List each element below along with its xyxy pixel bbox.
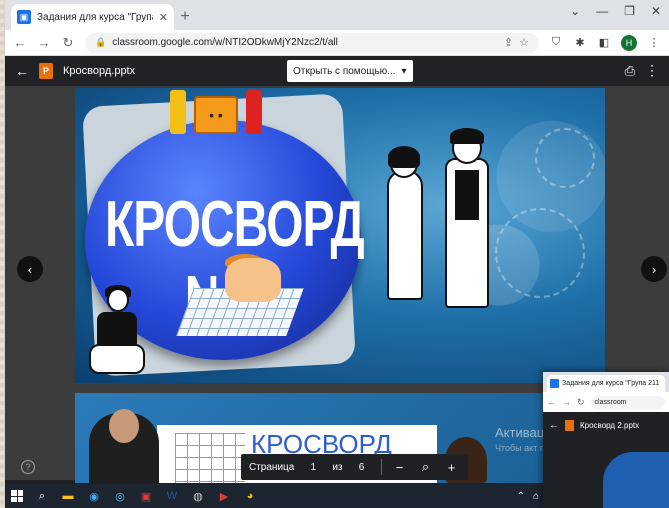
man-head — [109, 409, 139, 443]
mini-tab-title: Задания для курса "Група 211 — [562, 380, 660, 387]
chevron-down-icon[interactable]: ⌄ — [570, 4, 580, 18]
mini-slide-preview — [603, 452, 669, 508]
mini-back-icon[interactable]: ← — [547, 397, 556, 407]
gear-decoration-icon — [535, 128, 595, 188]
tray-chevron-icon[interactable]: ⌃ — [517, 491, 525, 502]
mini-address-bar: ← → ↻ classroom — [543, 392, 669, 412]
crossword-cells — [175, 433, 245, 483]
lock-icon[interactable]: 🔒 — [95, 37, 106, 48]
close-tab-icon[interactable]: ✕ — [159, 11, 168, 24]
boy-head — [107, 288, 129, 312]
window-controls: ⌄ — ❐ ✕ — [570, 4, 661, 18]
girl-illustration — [387, 170, 423, 300]
network-icon[interactable]: ⌂ — [533, 491, 539, 502]
bookmark-star-icon[interactable]: ☆ — [519, 36, 529, 49]
viewer-toolbar: ← P Кросворд.pptx Открыть с помощью... ▾… — [5, 56, 669, 86]
side-panel-icon[interactable]: ◧ — [597, 36, 611, 49]
next-slide-button[interactable]: › — [641, 256, 667, 282]
windows-activation-title: Активац — [495, 425, 545, 440]
mini-favicon-icon — [550, 379, 559, 388]
boy-legs — [89, 344, 145, 374]
standing-boy-hair — [450, 128, 484, 144]
slide-1: КРОСВОРД № 1 • • — [75, 88, 605, 383]
tab-classroom[interactable]: ▣ Задания для курса "Група 211 В ✕ — [11, 4, 174, 30]
pptx-file-icon: P — [39, 63, 53, 79]
girl-hair — [388, 146, 420, 168]
windows-start-icon[interactable] — [11, 490, 23, 502]
chrome-icon[interactable]: ◕ — [243, 489, 257, 503]
yellow-pencil-icon — [170, 90, 186, 134]
gear-decoration-icon — [495, 208, 585, 298]
sitting-boy-illustration — [89, 285, 145, 378]
shield-extension-icon[interactable]: ⛉ — [549, 36, 563, 49]
windows-taskbar: ⌕ ▬ ◉ ◎ ▣ W ◍ ▶ ◕ ⌃ ⌂ — [5, 484, 545, 508]
system-tray: ⌃ ⌂ — [517, 491, 539, 502]
file-explorer-icon[interactable]: ▬ — [61, 489, 75, 503]
url-text: classroom.google.com/w/NTI2ODkwMjY2Nzc2/… — [112, 37, 338, 48]
help-icon[interactable]: ? — [21, 460, 35, 474]
total-pages: 6 — [358, 461, 365, 473]
pencil-characters-icon: • • — [170, 90, 262, 134]
mini-pptx-icon — [565, 419, 574, 431]
reload-icon[interactable]: ↻ — [61, 35, 75, 51]
page-label: Страница — [249, 461, 295, 473]
open-with-label: Открыть с помощью... — [293, 65, 396, 77]
camera-icon[interactable]: ▣ — [139, 489, 153, 503]
mini-file-name: Кросворд 2.pptx — [580, 420, 640, 430]
tab-title: Задания для курса "Група 211 В — [37, 11, 153, 23]
menu-dots-icon[interactable]: ⋮ — [647, 36, 661, 49]
new-tab-button[interactable]: + — [174, 4, 196, 30]
mini-tab-strip: Задания для курса "Група 211 — [543, 372, 669, 392]
mini-viewer-toolbar: ← Кросворд 2.pptx — [543, 412, 669, 438]
red-pencil-icon — [246, 90, 262, 134]
mini-forward-icon[interactable]: → — [562, 397, 571, 407]
back-arrow-icon[interactable]: ← — [13, 35, 27, 50]
boy-body — [97, 312, 137, 346]
close-viewer-arrow-icon[interactable]: ← — [15, 63, 29, 79]
file-name: Кросворд.pptx — [63, 65, 136, 77]
profile-avatar[interactable]: H — [621, 34, 637, 51]
caret-down-icon: ▾ — [401, 65, 407, 77]
divider — [380, 459, 382, 475]
print-icon[interactable]: ⎙ — [625, 63, 635, 79]
close-window-icon[interactable]: ✕ — [651, 4, 661, 18]
url-input[interactable]: 🔒 classroom.google.com/w/NTI2ODkwMjY2Nzc… — [85, 32, 539, 53]
browser-icon[interactable]: ◎ — [113, 489, 127, 503]
mini-reload-icon[interactable]: ↻ — [577, 397, 585, 408]
zoom-out-icon[interactable]: − — [392, 460, 408, 475]
restore-icon[interactable]: ❐ — [624, 4, 635, 18]
cube-character-icon: • • — [194, 96, 238, 134]
kid-illustration — [225, 258, 281, 302]
current-page-input[interactable]: 1 — [304, 462, 322, 473]
classroom-favicon-icon: ▣ — [17, 10, 31, 24]
previous-slide-button[interactable]: ‹ — [17, 256, 43, 282]
mini-url-input[interactable]: classroom — [590, 395, 665, 409]
page-navigator: Страница 1 из 6 − ⌕ + — [241, 454, 468, 480]
mini-close-viewer-icon[interactable]: ← — [549, 420, 559, 431]
open-with-button[interactable]: Открыть с помощью... ▾ — [287, 60, 413, 82]
second-browser-window[interactable]: Задания для курса "Група 211 ← → ↻ class… — [543, 372, 669, 508]
more-options-icon[interactable]: ⋮ — [645, 62, 659, 79]
word-icon[interactable]: W — [165, 489, 179, 503]
video-icon[interactable]: ▶ — [217, 489, 231, 503]
zoom-icon[interactable]: ⌕ — [418, 459, 434, 475]
app-icon[interactable]: ◍ — [191, 489, 205, 503]
page-of-label: из — [332, 461, 343, 473]
minimize-icon[interactable]: — — [596, 4, 608, 18]
puzzle-extensions-icon[interactable]: ✱ — [573, 36, 587, 49]
search-icon[interactable]: ⌕ — [35, 489, 49, 503]
edge-icon[interactable]: ◉ — [87, 489, 101, 503]
share-icon[interactable]: ⇪ — [504, 36, 513, 49]
mini-tab[interactable]: Задания для курса "Група 211 — [547, 375, 665, 392]
forward-arrow-icon[interactable]: → — [37, 35, 51, 50]
address-bar: ← → ↻ 🔒 classroom.google.com/w/NTI2ODkwM… — [5, 30, 669, 56]
standing-boy-shirt — [455, 170, 479, 220]
tab-strip: ▣ Задания для курса "Група 211 В ✕ + ⌄ —… — [5, 0, 669, 30]
zoom-in-icon[interactable]: + — [444, 460, 460, 475]
